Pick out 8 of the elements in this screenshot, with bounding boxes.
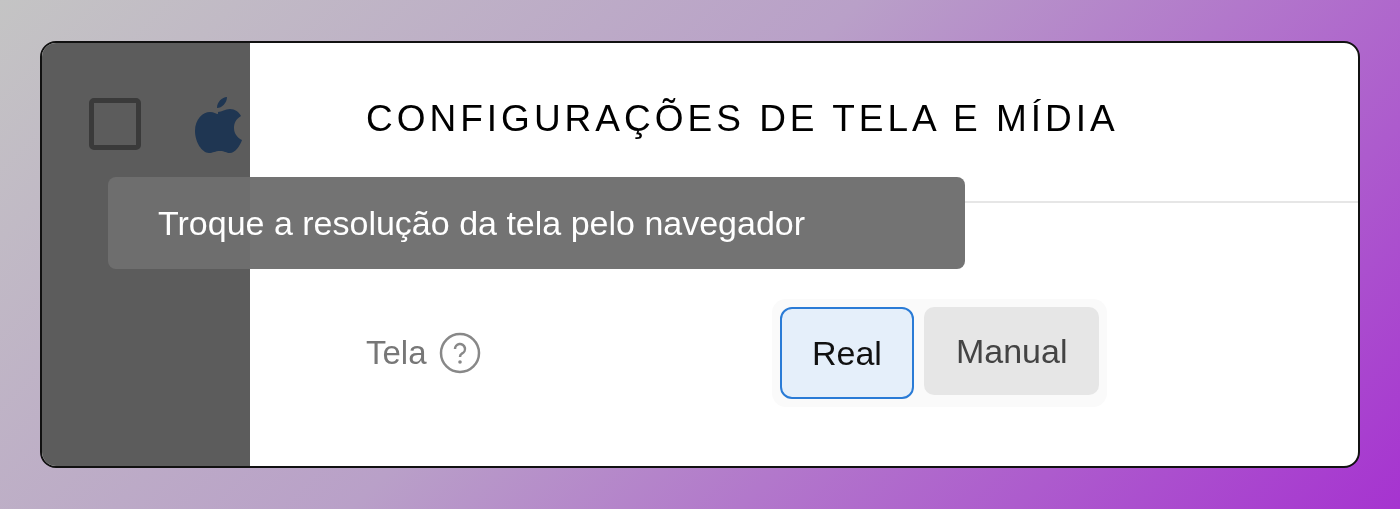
apple-icon[interactable]: [193, 95, 243, 155]
checkbox[interactable]: [89, 98, 141, 150]
option-button[interactable]: Real: [780, 307, 914, 399]
option-button[interactable]: Manual: [923, 307, 1100, 395]
panel-title: CONFIGURAÇÕES DE TELA E MÍDIA: [366, 97, 1119, 142]
setting-label: Tela: [366, 333, 427, 374]
help-icon[interactable]: [438, 332, 481, 374]
tooltip: Troque a resolução da tela pelo navegador: [108, 177, 965, 269]
